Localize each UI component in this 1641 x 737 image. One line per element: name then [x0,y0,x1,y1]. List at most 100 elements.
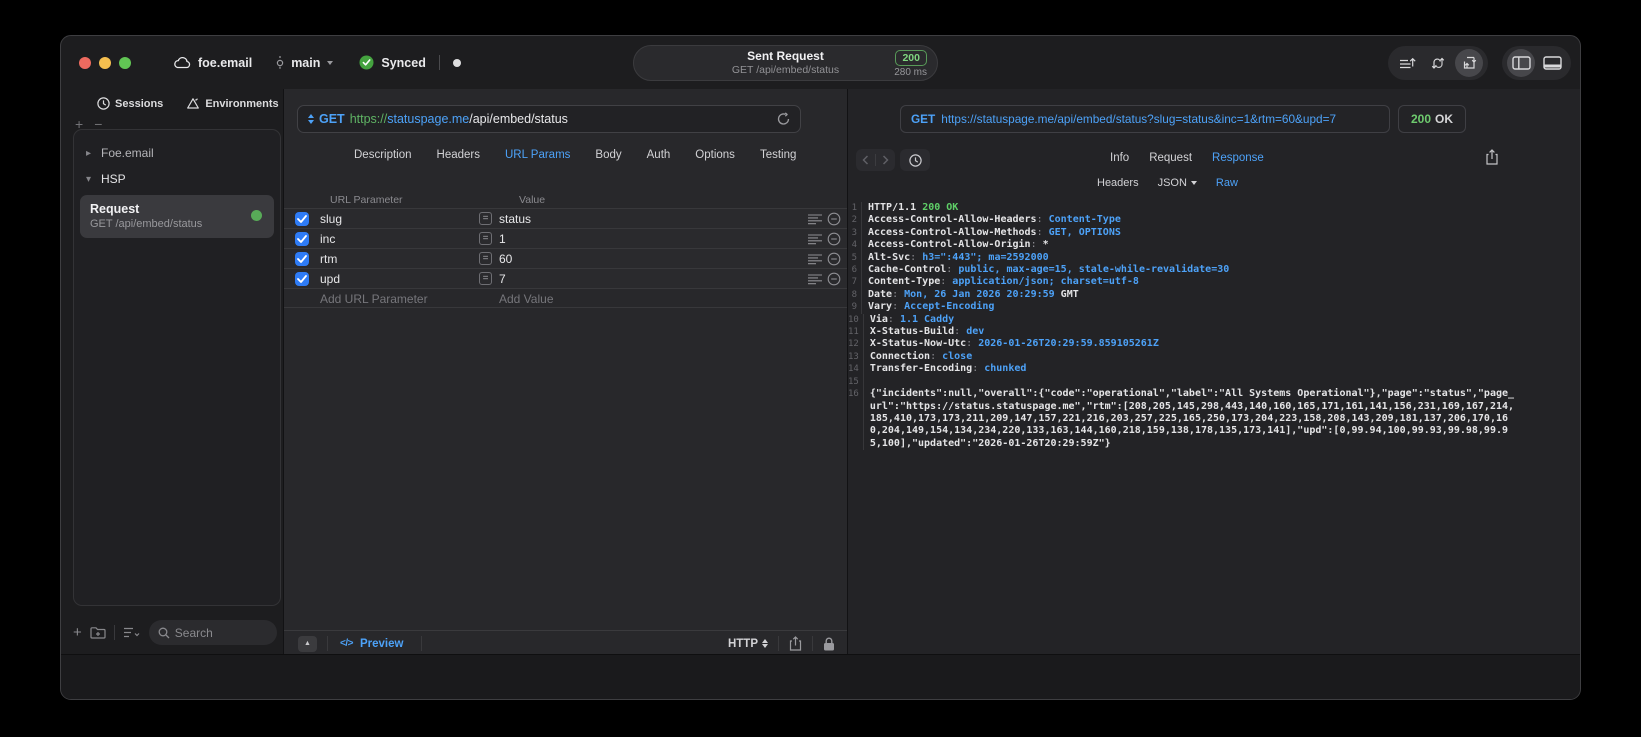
param-enabled-checkbox[interactable] [295,252,309,266]
collapse-panel-button[interactable]: ▲ [298,635,317,652]
url-scheme[interactable]: https:// [350,112,388,126]
protocol-selector[interactable]: HTTP [728,638,768,650]
request-list-item-selected[interactable]: Request GET /api/embed/status [80,195,274,238]
cloud-icon [173,56,191,69]
url-host[interactable]: statuspage.me [387,112,469,126]
add-request-button[interactable]: + [73,624,82,641]
status-code: 200 [1411,112,1432,126]
response-tab-request[interactable]: Request [1149,152,1192,164]
toggle-bottom-panel-button[interactable] [1538,49,1566,77]
resend-request-icon[interactable] [777,112,790,126]
drag-handle-icon[interactable] [808,274,822,285]
param-enabled-checkbox[interactable] [295,212,309,226]
new-folder-icon[interactable] [90,626,106,639]
sync-arrows-icon[interactable] [1424,49,1452,77]
response-request-line[interactable]: GET https://statuspage.me/api/embed/stat… [900,105,1390,133]
tab-environments[interactable]: Environments [186,97,279,110]
remove-param-button[interactable] [827,272,841,286]
tab-environments-label: Environments [205,97,279,110]
response-subtab-raw[interactable]: Raw [1216,177,1238,189]
add-param-placeholder[interactable]: Add URL Parameter [320,292,428,306]
tree-group-foe-email[interactable]: ▸ Foe.email [74,140,280,166]
send-request-button[interactable] [1455,49,1483,77]
tree-group-hsp[interactable]: ▾ HSP [74,166,280,192]
search-input[interactable] [174,625,268,640]
param-name[interactable]: inc [320,232,335,246]
close-button[interactable] [79,57,91,69]
duration-label: 280 ms [894,67,927,78]
param-value[interactable]: 7 [499,272,506,286]
export-code-button[interactable] [1393,49,1421,77]
sort-list-icon[interactable] [123,627,141,638]
protocol-label: HTTP [727,637,758,650]
request-tab-testing[interactable]: Testing [760,149,796,161]
search-box[interactable] [148,620,277,645]
remove-param-button[interactable] [827,212,841,226]
code-line: 15 [848,375,1574,389]
toggle-sidebar-button[interactable] [1507,49,1535,77]
history-nav [856,149,895,171]
line-number: 6 [848,264,862,277]
request-tab-description[interactable]: Description [354,149,412,161]
url-path[interactable]: /api/embed/status [469,112,568,126]
column-header-parameter: URL Parameter [330,194,403,206]
code-line: 5 Alt-Svc: h3=":443"; ma=2592000 [848,251,1574,265]
line-number: 7 [848,276,862,289]
response-subtab-json[interactable]: JSON [1158,177,1197,189]
branch-name[interactable]: main [291,56,320,70]
branch-chevron-icon[interactable] [327,60,334,65]
param-value[interactable]: 1 [499,232,506,246]
request-tab-headers[interactable]: Headers [437,149,480,161]
method-stepper-icon[interactable] [308,114,314,124]
param-value[interactable]: 60 [499,252,512,266]
drag-handle-icon[interactable] [808,234,822,245]
drag-handle-icon[interactable] [808,214,822,225]
response-tab-response[interactable]: Response [1212,152,1264,164]
project-name[interactable]: foe.email [198,56,252,70]
share-icon[interactable] [789,636,802,651]
param-value[interactable]: status [499,212,531,226]
line-number: 10 [848,313,864,327]
remove-session-button[interactable]: − [94,116,102,132]
footer-divider [421,636,423,651]
request-tab-url-params[interactable]: URL Params [505,149,570,161]
param-name[interactable]: slug [320,212,342,226]
environments-icon [186,97,200,110]
sync-status[interactable]: Synced [381,56,425,70]
code-line: 4 Access-Control-Allow-Origin: * [848,239,1574,252]
param-name[interactable]: rtm [320,252,337,266]
param-enabled-checkbox[interactable] [295,232,309,246]
sent-request-summary[interactable]: Sent Request GET /api/embed/status 200 2… [633,45,938,81]
export-response-icon[interactable] [1485,149,1499,165]
code-line: 13 Connection: close [848,350,973,364]
minimize-button[interactable] [99,57,111,69]
drag-handle-icon[interactable] [808,254,822,265]
request-tab-auth[interactable]: Auth [647,149,671,161]
remove-param-button[interactable] [827,232,841,246]
tab-sessions[interactable]: Sessions [97,97,163,110]
param-name[interactable]: upd [320,272,340,286]
request-tab-body[interactable]: Body [595,149,621,161]
toolbar-request-actions [1388,46,1488,80]
chevron-right-icon: ▸ [86,147,92,159]
request-url-bar[interactable]: GET https://statuspage.me/api/embed/stat… [297,105,801,133]
response-tab-info[interactable]: Info [1110,152,1129,164]
preview-button[interactable]: </> Preview [340,638,403,650]
response-subtab-headers[interactable]: Headers [1097,177,1139,189]
request-method[interactable]: GET [319,112,345,126]
add-session-button[interactable]: + [75,116,83,132]
add-param-row[interactable]: Add URL Parameter Add Value [284,288,847,308]
remove-param-button[interactable] [827,252,841,266]
request-footer-bar: ▲ </> Preview HTTP [284,630,847,656]
request-tab-options[interactable]: Options [695,149,735,161]
add-value-placeholder[interactable]: Add Value [499,292,554,306]
request-history-button[interactable] [900,149,930,171]
status-badge: 200 [895,50,927,66]
param-enabled-checkbox[interactable] [295,272,309,286]
back-button[interactable] [856,149,875,171]
summary-title: Sent Request [747,49,824,63]
lock-icon[interactable] [823,637,835,651]
code-line: 8 Date: Mon, 26 Jan 2026 20:29:59 GMT [848,288,1574,302]
forward-button[interactable] [876,149,895,171]
zoom-button[interactable] [119,57,131,69]
